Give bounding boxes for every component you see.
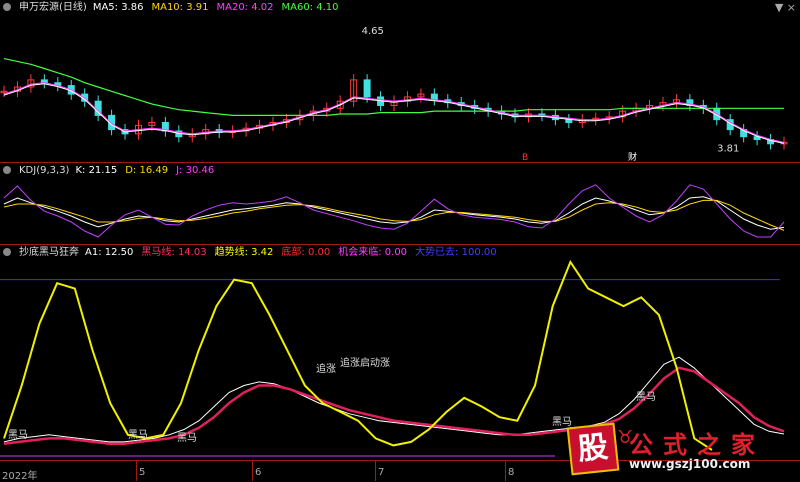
heima-annotation: 追涨启动涨	[340, 356, 390, 369]
x-axis-tick	[375, 460, 376, 481]
ma5-line	[3, 83, 785, 144]
event-mark: B	[522, 153, 528, 163]
chart-canvas: 4.653.81B 财黑马 黑马 黑马追涨追涨启动涨黑马黑马	[0, 26, 788, 457]
x-axis-tick	[252, 460, 253, 481]
heima-annotation: 黑马	[128, 429, 148, 441]
x-axis-label: 7	[378, 467, 385, 478]
x-axis-label: 6	[255, 467, 262, 478]
x-axis-tick	[505, 460, 506, 481]
x-axis-label: 2022年	[2, 471, 38, 482]
kdj-d-line	[3, 199, 785, 231]
kdj-j-line	[3, 184, 785, 238]
logo-badge: 股	[566, 422, 620, 476]
heima-annotation: 黑马	[177, 432, 197, 444]
x-axis-label: 8	[508, 467, 515, 478]
x-axis-label: 5	[139, 467, 146, 478]
x-axis-tick	[136, 460, 137, 481]
heima-annotation: 黑马	[636, 391, 656, 403]
kdj-k-line	[3, 196, 785, 230]
high-price-label: 4.65	[362, 26, 384, 37]
heima-annotation: 追涨	[316, 362, 336, 375]
candle-body	[430, 93, 438, 101]
logo-name: 公式之家	[629, 431, 765, 459]
logo-url: www.gszj100.com	[629, 457, 751, 471]
event-mark: 财	[628, 151, 637, 163]
candle-body	[363, 79, 371, 98]
low-price-label: 3.81	[717, 143, 739, 154]
heima-annotation: 黑马	[8, 429, 28, 441]
candle-body	[565, 119, 573, 124]
site-logo: 股 ♉ 公式之家 www.gszj100.com	[563, 422, 778, 476]
